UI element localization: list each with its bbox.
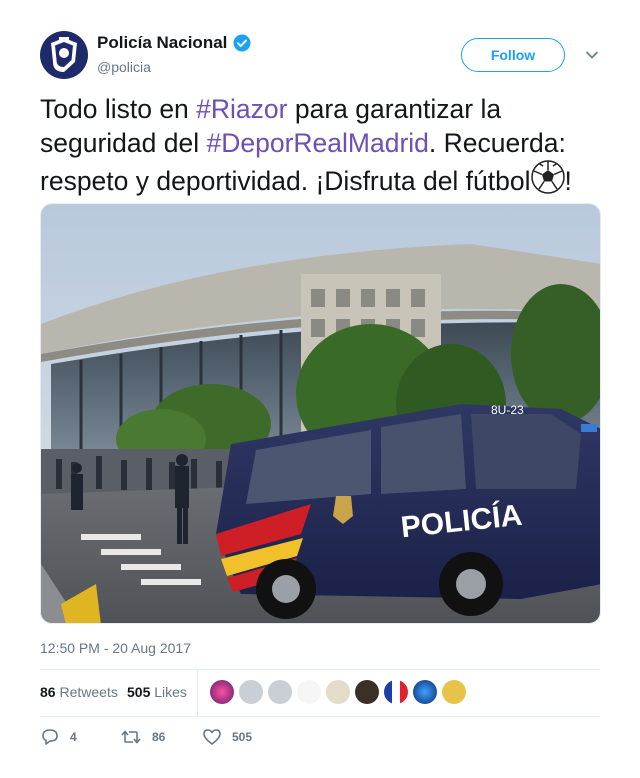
retweet-action[interactable]: 86 <box>120 728 165 746</box>
van-code-text: 8U-23 <box>491 403 524 417</box>
police-crest-icon <box>51 37 77 72</box>
retweets-label: Retweets <box>59 684 118 700</box>
liker-avatar[interactable] <box>442 680 466 704</box>
tweet-header: Policía Nacional @policia Follow <box>40 31 600 81</box>
liker-avatar[interactable] <box>210 680 234 704</box>
reply-icon <box>42 729 58 745</box>
tweet-text: Todo listo en #Riazor para garantizar la… <box>40 92 605 198</box>
reply-count: 4 <box>70 730 77 744</box>
tweet-text-segment: Todo listo en <box>40 94 197 124</box>
like-action[interactable]: 505 <box>202 728 252 746</box>
stats-separator <box>197 670 198 716</box>
likes-stat[interactable]: 505 Likes <box>127 684 187 700</box>
reply-action[interactable]: 4 <box>40 728 77 746</box>
hashtag-riazor[interactable]: #Riazor <box>196 94 287 124</box>
soccer-ball-icon <box>530 160 565 194</box>
liker-avatar[interactable] <box>413 680 437 704</box>
retweets-stat[interactable]: 86 Retweets <box>40 684 118 700</box>
retweet-icon <box>121 730 141 744</box>
liker-avatar[interactable] <box>268 680 292 704</box>
liker-avatar[interactable] <box>355 680 379 704</box>
liker-avatar[interactable] <box>326 680 350 704</box>
author-handle[interactable]: @policia <box>97 59 251 75</box>
liker-avatar[interactable] <box>384 680 408 704</box>
like-count: 505 <box>232 730 253 744</box>
author-display-name[interactable]: Policía Nacional <box>97 33 251 53</box>
tweet-photo[interactable]: POLICÍA 8U-23 <box>40 203 601 624</box>
retweet-count: 86 <box>152 730 166 744</box>
liker-avatars <box>210 680 466 704</box>
chevron-down-icon[interactable] <box>584 47 600 63</box>
liker-avatar[interactable] <box>297 680 321 704</box>
tweet-timestamp[interactable]: 12:50 PM - 20 Aug 2017 <box>40 640 191 656</box>
liker-avatar[interactable] <box>239 680 263 704</box>
hashtag-depor-real-madrid[interactable]: #DeporRealMadrid <box>206 128 428 158</box>
heart-icon <box>203 729 221 745</box>
retweets-count: 86 <box>40 684 56 700</box>
tweet-text-segment: ! <box>564 166 572 196</box>
tweet-actions: 4 86 505 <box>40 728 600 750</box>
follow-button[interactable]: Follow <box>461 38 565 72</box>
author-avatar[interactable] <box>40 31 88 79</box>
divider-bottom <box>40 716 600 717</box>
likes-label: Likes <box>154 684 187 700</box>
stadium-police-van-photo: POLICÍA 8U-23 <box>41 204 600 623</box>
author-name-block: Policía Nacional @policia <box>97 33 251 75</box>
tweet-stats: 86 Retweets 505 Likes <box>40 670 600 716</box>
likes-count: 505 <box>127 684 151 700</box>
verified-badge-icon <box>233 34 251 52</box>
display-name-text[interactable]: Policía Nacional <box>97 33 227 53</box>
